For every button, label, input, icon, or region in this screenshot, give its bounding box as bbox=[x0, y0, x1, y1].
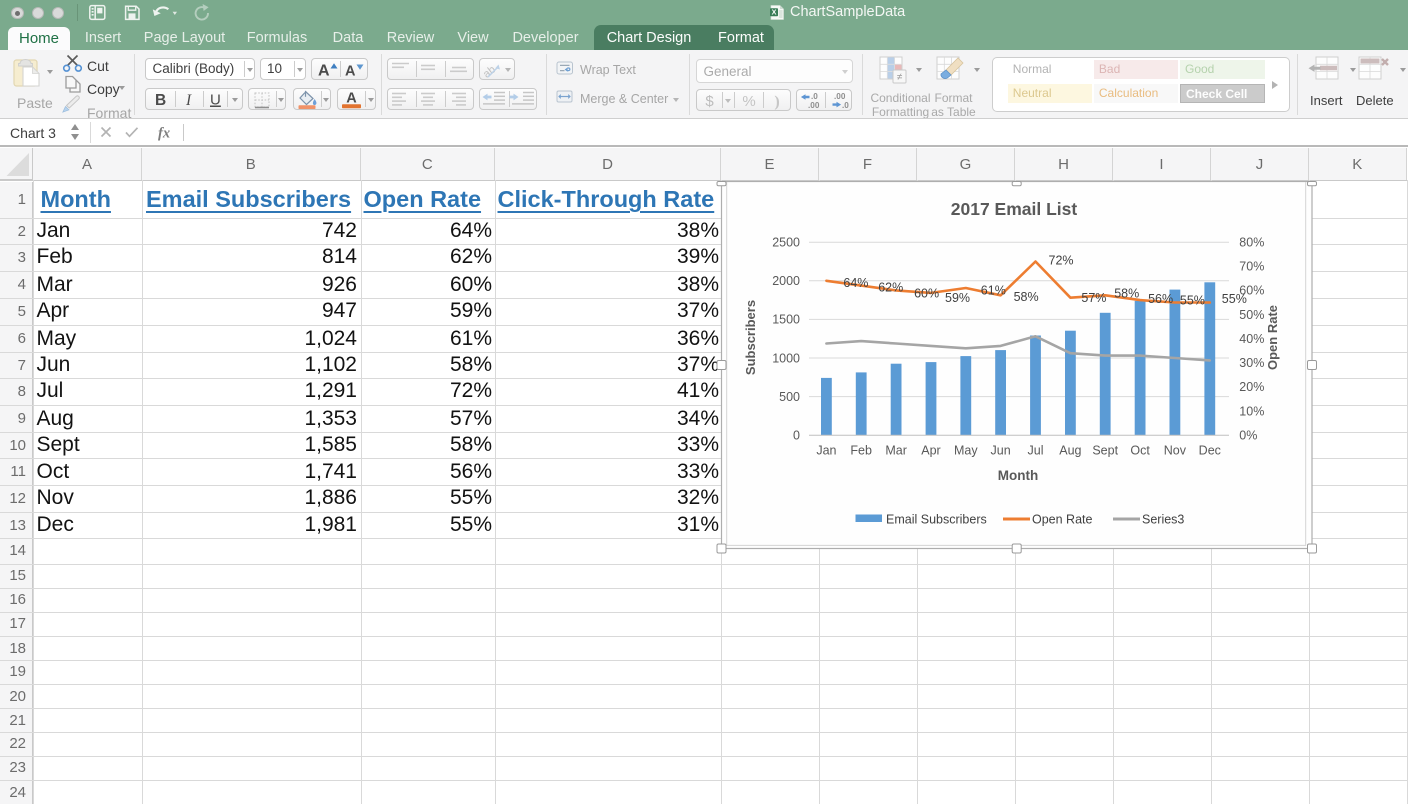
svg-text:Mar: Mar bbox=[885, 444, 907, 458]
svg-text:Jan: Jan bbox=[816, 444, 836, 458]
svg-text:Oct: Oct bbox=[1130, 444, 1150, 458]
svg-text:.0: .0 bbox=[811, 92, 818, 101]
svg-text:A: A bbox=[345, 63, 356, 79]
svg-text:2500: 2500 bbox=[772, 236, 800, 250]
svg-text:%: % bbox=[742, 93, 755, 110]
svg-text:2017 Email List: 2017 Email List bbox=[951, 199, 1078, 219]
svg-text:.00: .00 bbox=[808, 101, 820, 110]
svg-text:64%: 64% bbox=[843, 276, 868, 290]
svg-text:0: 0 bbox=[793, 429, 800, 443]
svg-text:May: May bbox=[954, 444, 978, 458]
svg-text:2000: 2000 bbox=[772, 274, 800, 288]
svg-text:30%: 30% bbox=[1239, 356, 1264, 370]
svg-text:Feb: Feb bbox=[850, 444, 872, 458]
svg-text:Apr: Apr bbox=[921, 444, 940, 458]
svg-text:U: U bbox=[210, 91, 221, 108]
svg-text:Jun: Jun bbox=[991, 444, 1011, 458]
svg-text:.00: .00 bbox=[834, 92, 846, 101]
svg-text:≠: ≠ bbox=[897, 72, 903, 83]
svg-text:58%: 58% bbox=[1014, 290, 1039, 304]
svg-text:55%: 55% bbox=[1180, 293, 1205, 307]
svg-text:fx: fx bbox=[158, 126, 170, 142]
svg-text:Month: Month bbox=[998, 468, 1038, 483]
svg-text:55%: 55% bbox=[1222, 292, 1247, 306]
svg-text:57%: 57% bbox=[1081, 291, 1106, 305]
svg-text:61%: 61% bbox=[981, 284, 1006, 298]
svg-text:B: B bbox=[155, 92, 166, 109]
svg-text:500: 500 bbox=[779, 390, 800, 404]
svg-text:20%: 20% bbox=[1239, 380, 1264, 394]
svg-text:80%: 80% bbox=[1239, 236, 1264, 250]
svg-text:Aug: Aug bbox=[1059, 444, 1081, 458]
svg-text:A: A bbox=[318, 62, 330, 79]
svg-text:56%: 56% bbox=[1148, 292, 1173, 306]
svg-text:50%: 50% bbox=[1239, 308, 1264, 322]
svg-text:59%: 59% bbox=[945, 291, 970, 305]
svg-text:1000: 1000 bbox=[772, 351, 800, 365]
svg-text:.0: .0 bbox=[842, 101, 849, 110]
svg-text:Open Rate: Open Rate bbox=[1032, 513, 1093, 527]
svg-text:60%: 60% bbox=[914, 287, 939, 301]
svg-text:Subscribers: Subscribers bbox=[743, 300, 758, 375]
svg-text:X: X bbox=[772, 8, 777, 17]
svg-text:58%: 58% bbox=[1114, 286, 1139, 300]
svg-text:Dec: Dec bbox=[1199, 444, 1221, 458]
svg-text:0%: 0% bbox=[1239, 429, 1257, 443]
svg-text:72%: 72% bbox=[1049, 254, 1074, 268]
svg-text:ab: ab bbox=[482, 63, 498, 78]
svg-text:): ) bbox=[774, 93, 779, 110]
svg-text:10%: 10% bbox=[1239, 404, 1264, 418]
svg-text:1500: 1500 bbox=[772, 313, 800, 327]
svg-text:Email Subscribers: Email Subscribers bbox=[886, 513, 987, 527]
svg-text:40%: 40% bbox=[1239, 332, 1264, 346]
svg-text:A: A bbox=[346, 90, 357, 106]
svg-text:I: I bbox=[185, 92, 192, 109]
svg-text:$: $ bbox=[705, 93, 714, 110]
svg-text:Jul: Jul bbox=[1028, 444, 1044, 458]
svg-text:Nov: Nov bbox=[1164, 444, 1187, 458]
svg-text:Sept: Sept bbox=[1092, 444, 1118, 458]
svg-text:Open Rate: Open Rate bbox=[1265, 305, 1280, 370]
svg-text:70%: 70% bbox=[1239, 260, 1264, 274]
svg-text:Series3: Series3 bbox=[1142, 513, 1184, 527]
svg-text:62%: 62% bbox=[878, 281, 903, 295]
